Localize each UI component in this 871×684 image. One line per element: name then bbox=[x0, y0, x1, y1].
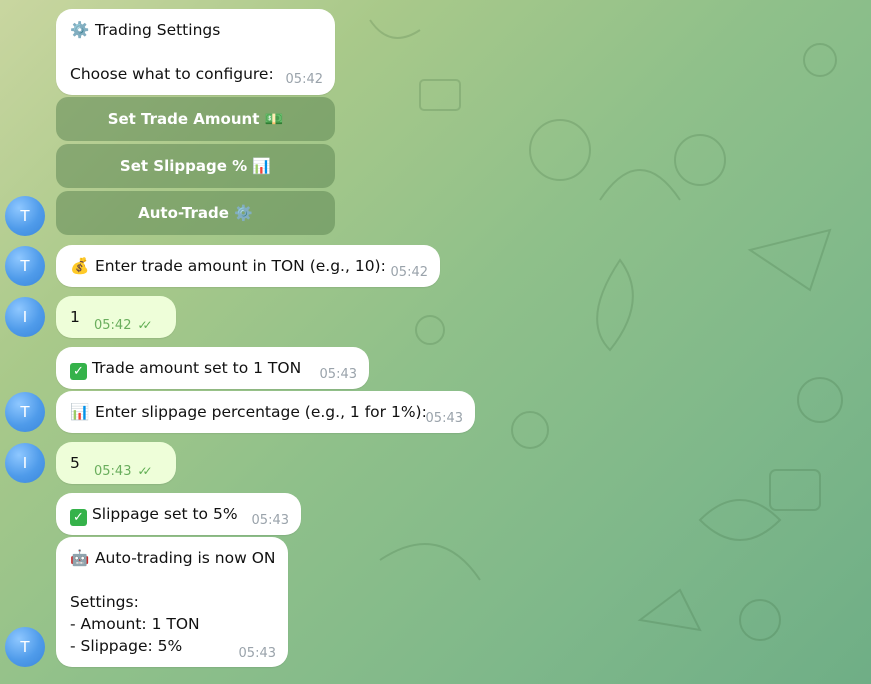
message-time: 05:42 bbox=[285, 72, 323, 87]
bar-chart-icon: 📊 bbox=[252, 157, 272, 175]
message-auto-trading-on: 🤖 Auto-trading is now ON Settings: - Amo… bbox=[56, 537, 288, 667]
message-time: 05:43 bbox=[319, 367, 357, 382]
avatar-initial: I bbox=[22, 454, 28, 472]
avatar[interactable]: I bbox=[5, 297, 45, 337]
message-text: Slippage set to 5% bbox=[91, 505, 238, 523]
message-text: Enter trade amount in TON (e.g., 10): bbox=[94, 257, 386, 275]
message-time: 05:43 bbox=[425, 411, 463, 426]
button-label: Auto-Trade bbox=[138, 204, 229, 222]
message-text: Auto-trading is now ON bbox=[94, 549, 276, 567]
avatar-initial: T bbox=[20, 638, 30, 656]
robot-icon: 🤖 bbox=[70, 549, 90, 567]
message-time: 05:42 bbox=[94, 318, 132, 333]
message-trading-settings: ⚙️ Trading Settings Choose what to confi… bbox=[56, 9, 335, 95]
message-text: Trade amount set to 1 TON bbox=[91, 359, 302, 377]
gear-icon: ⚙️ bbox=[70, 21, 90, 39]
message-text: 5 bbox=[70, 454, 80, 472]
message-title-row: ⚙️ Trading Settings bbox=[70, 19, 220, 41]
avatar-initial: T bbox=[20, 207, 30, 225]
message-text: - Slippage: 5% bbox=[70, 637, 183, 655]
message-text: Settings: bbox=[70, 593, 139, 611]
message-enter-slippage: 📊 Enter slippage percentage (e.g., 1 for… bbox=[56, 391, 475, 433]
bar-chart-icon: 📊 bbox=[70, 403, 90, 421]
message-text: 1 bbox=[70, 308, 80, 326]
message-title: Trading Settings bbox=[94, 21, 221, 39]
avatar[interactable]: T bbox=[5, 196, 45, 236]
double-check-icon: ✓✓ bbox=[137, 318, 152, 332]
double-check-icon: ✓✓ bbox=[137, 464, 152, 478]
avatar[interactable]: T bbox=[5, 627, 45, 667]
message-user-amount: 1 05:42 ✓✓ bbox=[56, 296, 176, 338]
avatar[interactable]: T bbox=[5, 392, 45, 432]
avatar-initial: I bbox=[22, 308, 28, 326]
message-time: 05:42 bbox=[390, 265, 428, 280]
set-slippage-button[interactable]: Set Slippage % 📊 bbox=[56, 144, 335, 188]
button-label: Set Trade Amount bbox=[107, 110, 260, 128]
check-mark-icon: ✓ bbox=[70, 363, 87, 380]
message-text: Enter slippage percentage (e.g., 1 for 1… bbox=[94, 403, 427, 421]
button-label: Set Slippage % bbox=[119, 157, 248, 175]
message-slippage-set: ✓ Slippage set to 5% 05:43 bbox=[56, 493, 301, 535]
message-time: 05:43 bbox=[251, 513, 289, 528]
auto-trade-button[interactable]: Auto-Trade ⚙️ bbox=[56, 191, 335, 235]
message-user-slippage: 5 05:43 ✓✓ bbox=[56, 442, 176, 484]
set-trade-amount-button[interactable]: Set Trade Amount 💵 bbox=[56, 97, 335, 141]
message-time: 05:43 bbox=[238, 646, 276, 661]
avatar[interactable]: T bbox=[5, 246, 45, 286]
avatar-initial: T bbox=[20, 403, 30, 421]
money-icon: 💵 bbox=[264, 110, 284, 128]
message-time: 05:43 bbox=[94, 464, 132, 479]
message-text: Choose what to configure: bbox=[70, 65, 274, 83]
avatar-initial: T bbox=[20, 257, 30, 275]
gear-icon: ⚙️ bbox=[234, 204, 253, 222]
check-mark-icon: ✓ bbox=[70, 509, 87, 526]
avatar[interactable]: I bbox=[5, 443, 45, 483]
message-enter-amount: 💰 Enter trade amount in TON (e.g., 10): … bbox=[56, 245, 440, 287]
message-amount-set: ✓ Trade amount set to 1 TON 05:43 bbox=[56, 347, 369, 389]
money-bag-icon: 💰 bbox=[70, 257, 90, 275]
message-text: - Amount: 1 TON bbox=[70, 615, 200, 633]
